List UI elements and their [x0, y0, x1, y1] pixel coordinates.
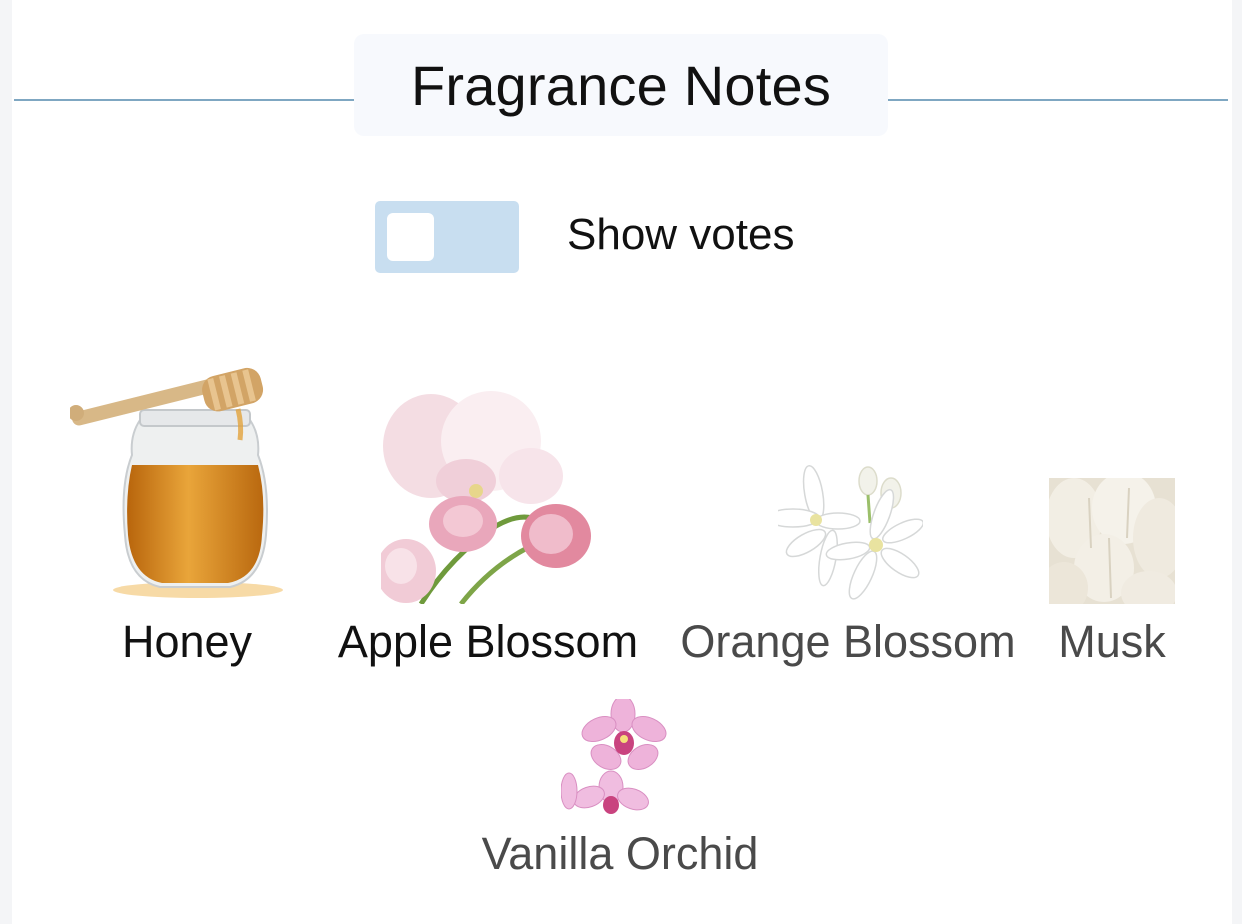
show-votes-label[interactable]: Show votes — [567, 210, 794, 260]
section-title: Fragrance Notes — [410, 53, 832, 117]
orange-blossom-photo[interactable] — [778, 463, 923, 603]
header-rule-left — [14, 99, 354, 101]
note-label[interactable]: Musk — [1058, 616, 1166, 668]
note-label[interactable]: Vanilla Orchid — [482, 828, 759, 880]
apple-blossom-photo[interactable] — [381, 386, 596, 604]
honey-jar-photo[interactable] — [70, 365, 305, 605]
toggle-knob[interactable] — [387, 213, 434, 261]
vanilla-orchid-photo[interactable] — [561, 699, 677, 815]
header-rule-right — [888, 99, 1228, 101]
musk-photo[interactable] — [1049, 478, 1175, 604]
left-frame-edge — [0, 0, 12, 924]
section-header: Fragrance Notes — [354, 34, 888, 136]
note-label[interactable]: Honey — [122, 616, 252, 668]
note-label[interactable]: Orange Blossom — [680, 616, 1015, 668]
show-votes-toggle[interactable] — [375, 201, 519, 273]
note-label[interactable]: Apple Blossom — [338, 616, 638, 668]
right-frame-edge — [1232, 0, 1242, 924]
